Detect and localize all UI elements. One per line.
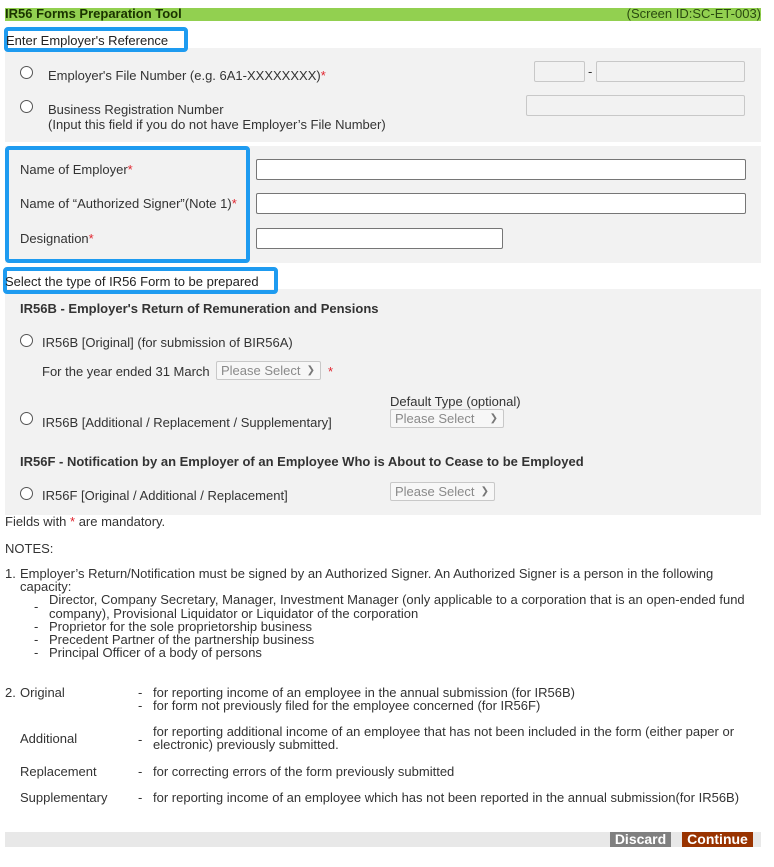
label-employer-file-number: Employer's File Number (e.g. 6A1-XXXXXXX… (48, 68, 326, 83)
note2-original-desc-2: for form not previously filed for the em… (153, 698, 541, 713)
year-ended-select[interactable]: Please Select ❯ (216, 361, 321, 380)
label-ir56b-additional: IR56B [Additional / Replacement / Supple… (42, 415, 332, 430)
authorized-signer-input[interactable] (256, 193, 746, 214)
file-number-prefix-input[interactable] (534, 61, 585, 82)
note2-term-supplementary: Supplementary (20, 790, 108, 805)
label-text: Name of Employer (20, 162, 128, 177)
file-number-suffix-input[interactable] (596, 61, 745, 82)
note2-term-replacement: Replacement (20, 764, 97, 779)
note1-bullet-dash: - (34, 645, 39, 660)
mandatory-note: Fields with * are mandatory. (5, 514, 165, 529)
label-designation: Designation* (20, 231, 94, 246)
form-type-panel (5, 289, 761, 515)
radio-ir56f[interactable] (20, 487, 33, 500)
note2-additional-desc-2: electronic) previously submitted. (153, 737, 339, 752)
required-mark: * (88, 231, 94, 246)
label-brn-hint: (Input this field if you do not have Emp… (48, 117, 386, 132)
label-year-ended: For the year ended 31 March (42, 364, 210, 379)
section-label-form-type: Select the type of IR56 Form to be prepa… (5, 274, 259, 289)
note1-number: 1. (5, 566, 16, 581)
radio-ir56b-additional[interactable] (20, 412, 33, 425)
label-text: Name of “Authorized Signer”(Note 1) (20, 196, 232, 211)
required-mark-year: * (328, 364, 334, 379)
default-type-select[interactable]: Please Select ❯ (390, 409, 504, 428)
notes-title: NOTES: (5, 541, 54, 556)
required-mark: * (127, 162, 133, 177)
radio-ir56b-original[interactable] (20, 334, 33, 347)
note1-bullet-dash: - (34, 599, 39, 614)
note2-term-original: Original (20, 685, 65, 700)
note-suffix: are mandatory. (75, 514, 166, 529)
chevron-down-icon: ❯ (480, 486, 489, 497)
discard-button[interactable]: Discard (610, 832, 671, 847)
label-ir56b-original: IR56B [Original] (for submission of BIR5… (42, 335, 293, 350)
brn-input[interactable] (526, 95, 745, 116)
file-number-separator: - (588, 64, 593, 79)
note2-dash: - (138, 790, 143, 805)
label-text: Designation (20, 231, 89, 246)
ir56b-heading: IR56B - Employer's Return of Remuneratio… (20, 301, 379, 316)
label-name-of-employer: Name of Employer* (20, 162, 133, 177)
radio-employer-file-number[interactable] (20, 66, 33, 79)
label-authorized-signer: Name of “Authorized Signer”(Note 1)* (20, 196, 237, 211)
note1-text-line1: Employer’s Return/Notification must be s… (20, 566, 714, 581)
required-mark: * (231, 196, 237, 211)
required-mark: * (320, 68, 326, 83)
section-label-employer-reference: Enter Employer's Reference (6, 33, 169, 48)
page-title: IR56 Forms Preparation Tool (5, 6, 182, 21)
note2-dash: - (138, 698, 143, 713)
designation-input[interactable] (256, 228, 503, 249)
chevron-down-icon: ❯ (306, 365, 315, 376)
select-value: Please Select (395, 411, 475, 426)
ir56f-select[interactable]: Please Select ❯ (390, 482, 495, 501)
note2-term-additional: Additional (20, 731, 78, 746)
chevron-down-icon: ❯ (489, 413, 498, 424)
radio-business-registration-number[interactable] (20, 100, 33, 113)
note2-replacement-desc: for correcting errors of the form previo… (153, 764, 455, 779)
name-of-employer-input[interactable] (256, 159, 746, 180)
label-brn: Business Registration Number (48, 102, 224, 117)
continue-button[interactable]: Continue (682, 832, 753, 847)
note2-dash: - (138, 764, 143, 779)
label-ir56f: IR56F [Original / Additional / Replaceme… (42, 488, 288, 503)
note1-bullet-4: Principal Officer of a body of persons (49, 645, 262, 660)
note2-supplementary-desc: for reporting income of an employee whic… (153, 790, 740, 805)
note1-bullet-1-line1: Director, Company Secretary, Manager, In… (49, 592, 745, 607)
label-default-type: Default Type (optional) (390, 394, 521, 409)
note2-dash: - (138, 732, 143, 747)
select-value: Please Select (395, 484, 475, 499)
select-value: Please Select (221, 363, 301, 378)
note2-number: 2. (5, 685, 16, 700)
ir56f-heading: IR56F - Notification by an Employer of a… (20, 454, 584, 469)
note-prefix: Fields with (5, 514, 71, 529)
screen-id: (Screen ID:SC-ET-003) (626, 6, 761, 21)
label-text: Employer's File Number (e.g. 6A1-XXXXXXX… (48, 68, 321, 83)
